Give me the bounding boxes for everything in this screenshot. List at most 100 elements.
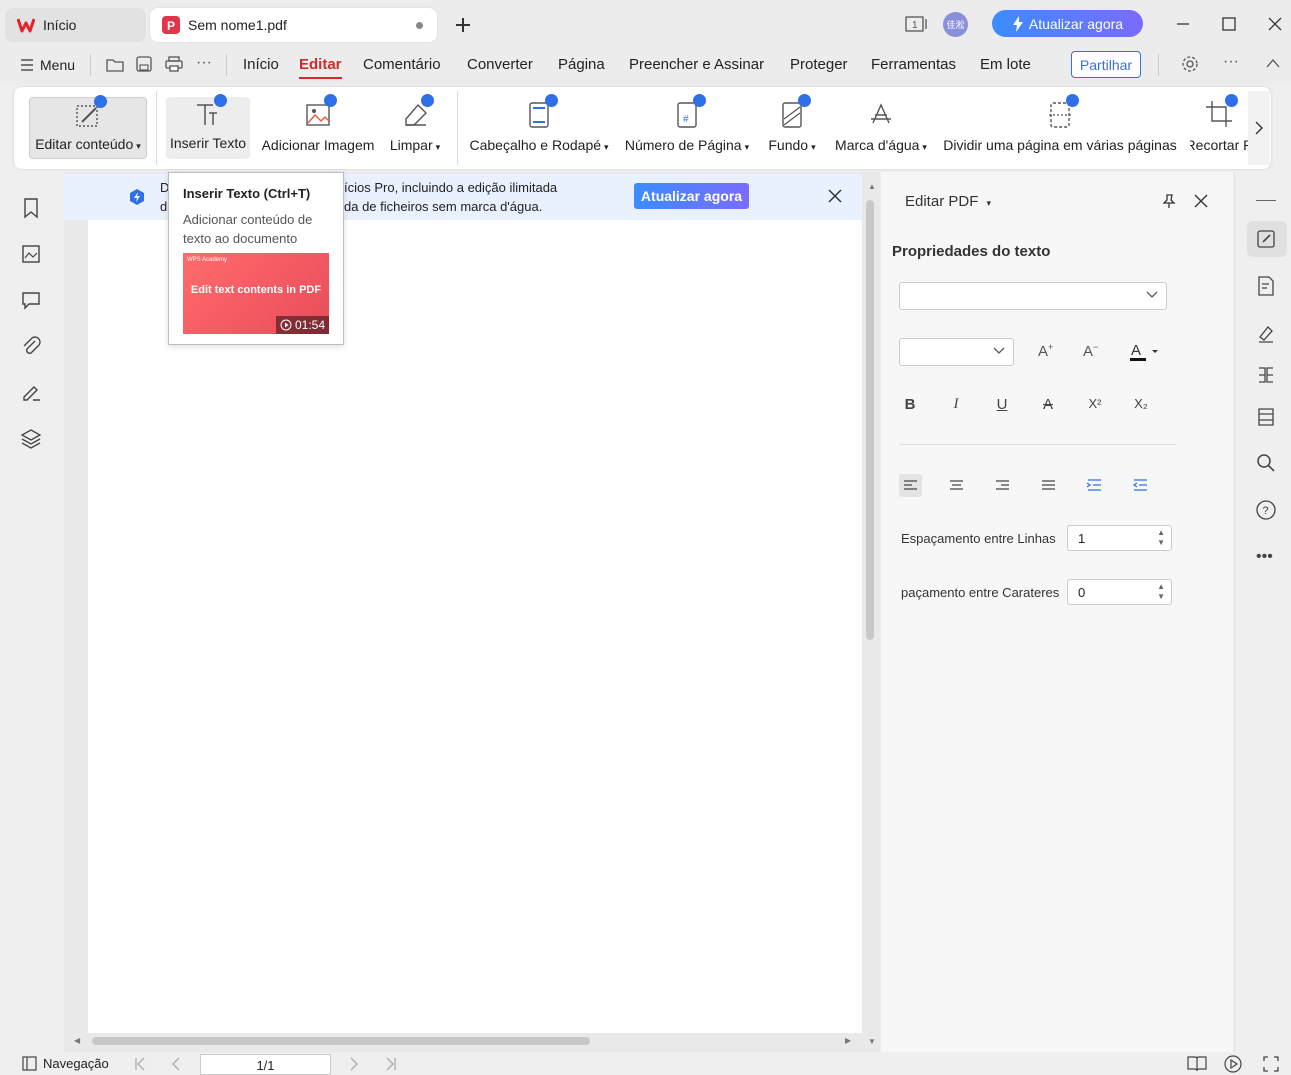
settings-icon[interactable] <box>1181 55 1199 73</box>
superscript-button[interactable]: X² <box>1083 396 1107 411</box>
strikethrough-button[interactable]: A <box>1036 396 1060 413</box>
reading-mode-icon[interactable] <box>1187 1055 1207 1072</box>
font-size-select[interactable] <box>899 338 1014 366</box>
layers-icon[interactable] <box>20 427 42 449</box>
divider <box>226 54 227 76</box>
clear-button[interactable]: Limpar ▾ <box>386 87 444 169</box>
background-button[interactable]: Fundo ▾ <box>766 87 818 169</box>
fullscreen-icon[interactable] <box>1263 1056 1279 1072</box>
edit-pdf-icon[interactable] <box>1255 228 1277 250</box>
next-page-icon[interactable] <box>349 1057 359 1071</box>
share-button[interactable]: Partilhar <box>1071 51 1141 78</box>
crop-button[interactable]: Recortar P <box>1190 87 1248 169</box>
more-icon[interactable]: ··· <box>196 54 212 72</box>
user-avatar[interactable]: 佳淞 <box>943 12 968 37</box>
panel-title-dropdown[interactable]: Editar PDF ▾ <box>905 193 991 210</box>
sign-pen-icon[interactable] <box>1255 322 1277 344</box>
horizontal-scrollbar[interactable] <box>92 1037 590 1045</box>
compare-icon[interactable] <box>1255 364 1277 386</box>
new-tab-icon[interactable] <box>452 14 474 36</box>
minimize-icon[interactable] <box>1173 14 1193 34</box>
menu-proteger[interactable]: Proteger <box>790 56 848 73</box>
save-icon[interactable] <box>136 56 152 72</box>
upgrade-button[interactable]: Atualizar agora <box>992 10 1143 37</box>
menu-pagina[interactable]: Página <box>558 56 605 73</box>
open-folder-icon[interactable] <box>106 57 124 73</box>
insert-text-button[interactable]: Inserir Texto <box>166 94 250 159</box>
search-icon[interactable] <box>1255 452 1277 474</box>
menu-editar[interactable]: Editar <box>299 56 342 79</box>
menu-inicio[interactable]: Início <box>243 56 279 73</box>
page-number-button[interactable]: # Número de Página ▾ <box>623 87 751 169</box>
decrease-font-icon[interactable]: A− <box>1083 342 1098 360</box>
menu-ferramentas[interactable]: Ferramentas <box>871 56 956 73</box>
close-window-icon[interactable] <box>1265 14 1285 34</box>
underline-button[interactable]: U <box>990 396 1014 413</box>
indent-icon[interactable] <box>1083 474 1106 497</box>
more-options-icon[interactable]: ··· <box>1223 53 1239 71</box>
collapse-ribbon-icon[interactable] <box>1265 57 1281 69</box>
scroll-up-icon[interactable]: ▲ <box>868 182 876 191</box>
comment-icon[interactable] <box>20 289 42 311</box>
thumbnail-icon[interactable] <box>20 243 42 265</box>
subscript-button[interactable]: X₂ <box>1129 396 1153 411</box>
help-icon[interactable]: ? <box>1255 499 1277 521</box>
tab-document[interactable]: P Sem nome1.pdf <box>150 8 437 42</box>
scroll-left-icon[interactable]: ◀ <box>74 1036 80 1045</box>
scan-icon[interactable] <box>1255 406 1277 428</box>
thumb-caption: Edit text contents in PDF <box>190 284 322 296</box>
outdent-icon[interactable] <box>1129 474 1152 497</box>
scroll-right-icon[interactable]: ▶ <box>845 1036 851 1045</box>
first-page-icon[interactable] <box>134 1057 146 1071</box>
banner-upgrade-button[interactable]: Atualizar agora <box>634 183 749 209</box>
maximize-icon[interactable] <box>1219 14 1239 34</box>
collapse-rail-icon[interactable] <box>1256 200 1276 201</box>
last-page-icon[interactable] <box>385 1057 397 1071</box>
signature-icon[interactable] <box>20 381 42 403</box>
banner-text-line1: ícios Pro, incluindo a edição ilimitada <box>344 180 558 195</box>
edit-content-button[interactable]: Editar conteúdo ▾ <box>29 95 147 159</box>
align-center-icon[interactable] <box>945 474 968 497</box>
navigation-toggle[interactable]: Navegação <box>22 1056 109 1071</box>
play-slideshow-icon[interactable] <box>1224 1055 1242 1073</box>
tab-home[interactable]: Início <box>5 8 146 42</box>
ribbon-scroll-right-icon[interactable] <box>1248 91 1270 165</box>
attachment-icon[interactable] <box>20 335 42 357</box>
add-image-button[interactable]: Adicionar Imagem <box>262 87 374 169</box>
more-tools-icon[interactable]: ••• <box>1256 548 1273 566</box>
char-spacing-input[interactable]: 0 ▲ ▼ <box>1067 579 1172 605</box>
scroll-down-icon[interactable]: ▼ <box>868 1037 876 1046</box>
font-family-select[interactable] <box>899 282 1167 310</box>
menu-comentario[interactable]: Comentário <box>363 56 441 73</box>
watermark-button[interactable]: Marca d'água ▾ <box>833 87 929 169</box>
tutorial-video-thumbnail[interactable]: WPS Academy Edit text contents in PDF 01… <box>183 253 329 334</box>
menu-em-lote[interactable]: Em lote <box>980 56 1031 73</box>
print-icon[interactable] <box>165 56 183 72</box>
line-spacing-input[interactable]: 1 ▲ ▼ <box>1067 525 1172 551</box>
align-left-icon[interactable] <box>899 474 922 497</box>
vertical-scrollbar[interactable] <box>866 200 874 640</box>
pin-icon[interactable] <box>1161 193 1177 209</box>
bold-button[interactable]: B <box>898 396 922 413</box>
header-footer-button[interactable]: Cabeçalho e Rodapé ▾ <box>469 87 609 169</box>
increase-font-icon[interactable]: A+ <box>1038 342 1053 360</box>
status-bar: Navegação <box>0 1052 1291 1075</box>
menu-button[interactable]: Menu <box>20 57 75 73</box>
font-color-icon[interactable]: A <box>1130 340 1160 362</box>
banner-close-icon[interactable] <box>827 188 843 204</box>
prev-page-icon[interactable] <box>171 1057 181 1071</box>
crop-label: Recortar P <box>1190 137 1248 153</box>
document-properties-icon[interactable] <box>1255 275 1277 297</box>
italic-button[interactable]: I <box>944 396 968 413</box>
page-number-input[interactable]: 1/1 <box>200 1054 331 1075</box>
menu-converter[interactable]: Converter <box>467 56 533 73</box>
panel-close-icon[interactable] <box>1194 194 1208 208</box>
spinner-arrows-icon[interactable]: ▲ ▼ <box>1157 528 1165 548</box>
menu-preencher-assinar[interactable]: Preencher e Assinar <box>629 56 764 73</box>
spinner-arrows-icon[interactable]: ▲ ▼ <box>1157 582 1165 602</box>
split-page-button[interactable]: Dividir uma página em várias páginas <box>943 87 1177 169</box>
justify-icon[interactable] <box>1037 474 1060 497</box>
align-right-icon[interactable] <box>991 474 1014 497</box>
bookmark-icon[interactable] <box>20 197 42 219</box>
window-list-icon[interactable]: 1 <box>905 14 929 34</box>
